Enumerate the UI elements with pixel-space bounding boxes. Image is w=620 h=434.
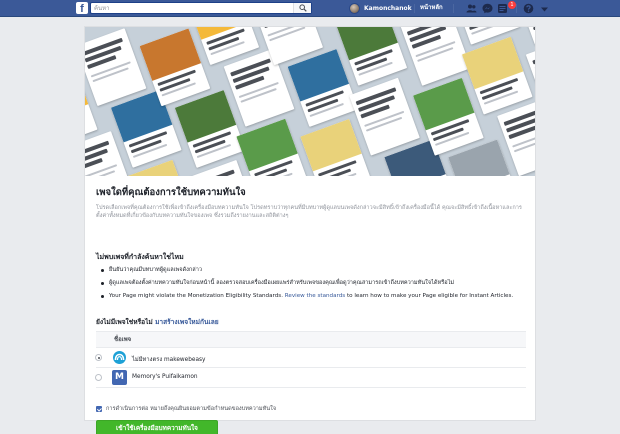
page-description: โปรดเลือกเพจที่คุณต้องการใช้เพื่อเข้าถึง…	[96, 205, 522, 219]
page-table: ชื่อเพจ ไม่มีทางตรง makewebeasy M Memory…	[95, 331, 526, 388]
table-row[interactable]: ไม่มีทางตรง makewebeasy	[95, 348, 526, 368]
top-navigation-bar: f Kamonchanok หน้าหลัก 1	[0, 0, 620, 17]
messenger-icon[interactable]	[482, 3, 493, 14]
notifications-icon[interactable]	[497, 3, 508, 14]
list-item: Your Page might violate the Monetization…	[100, 292, 520, 300]
help-list: ยืนยันว่าคุณมีบทบาทผู้ดูแลเพจดังกล่าว ผู…	[100, 266, 520, 305]
no-page-text: ยังไม่มีเพจใช่หรือไม่	[96, 318, 153, 326]
access-tools-button[interactable]: เข้าใช้เครื่องมือบทความทันใจ	[96, 420, 218, 434]
hero-collage	[85, 27, 535, 176]
page-radio-memorys-puifaikamon[interactable]	[95, 374, 102, 381]
hero-article-tile	[174, 90, 246, 168]
memorys-page-avatar: M	[112, 370, 127, 385]
search-box	[90, 2, 312, 14]
search-button[interactable]	[293, 3, 311, 13]
intro: เพจใดที่คุณต้องการใช้บทความทันใจ โปรดเลื…	[96, 185, 526, 220]
list-item: ผู้ดูแลเพจต้องตั้งค่าบทความทันใจก่อนหน้า…	[100, 279, 520, 287]
hero-image	[85, 27, 535, 176]
friend-requests-icon[interactable]	[466, 3, 477, 14]
hero-article-tile	[513, 27, 535, 45]
avatar	[349, 3, 360, 14]
hero-article-tile	[287, 48, 359, 127]
create-page-link[interactable]: มาสร้างเพจใหม่กันเลย	[155, 318, 219, 326]
account-menu-chevron-icon[interactable]	[539, 4, 550, 15]
home-link[interactable]: หน้าหลัก	[420, 3, 443, 13]
table-header: ชื่อเพจ	[96, 331, 526, 348]
list-item: ยืนยันว่าคุณมีบทบาทผู้ดูแลเพจดังกล่าว	[100, 266, 520, 274]
divider	[453, 4, 454, 13]
hero-article-tile	[461, 36, 533, 115]
page-name: ไม่มีทางตรง makewebeasy	[132, 357, 206, 363]
terms-text: การดำเนินการต่อ หมายถึงคุณยินยอมตามข้อกำ…	[106, 406, 277, 412]
review-standards-link[interactable]: Review the standards	[285, 293, 345, 299]
ineligible-text-suffix: to learn how to make your Page eligible …	[346, 293, 514, 299]
makewebeasy-logo	[113, 351, 126, 364]
notification-badge: 1	[508, 1, 516, 9]
terms-checkbox[interactable]	[96, 406, 102, 412]
hero-article-tile	[349, 77, 420, 156]
hero-article-tile	[85, 28, 147, 107]
missing-page-heading: ไม่พบเพจที่กำลังค้นหาใช่ไหม	[96, 253, 184, 261]
no-page-prompt: ยังไม่มีเพจใช่หรือไม่ มาสร้างเพจใหม่กันเ…	[96, 316, 219, 327]
table-row[interactable]: M Memory's Puifaikamon	[95, 368, 526, 388]
page-title: เพจใดที่คุณต้องการใช้บทความทันใจ	[96, 187, 246, 198]
help-icon[interactable]	[523, 3, 534, 14]
ineligible-text: Your Page might violate the Monetization…	[109, 293, 283, 299]
hero-article-tile	[236, 118, 308, 176]
search-icon	[299, 4, 307, 12]
page-radio-makewebeasy[interactable]	[95, 354, 102, 361]
page-name: Memory's Puifaikamon	[132, 374, 198, 380]
profile-link[interactable]: Kamonchanok	[349, 2, 412, 15]
divider	[516, 4, 517, 13]
divider	[414, 4, 415, 13]
terms-agreement[interactable]: การดำเนินการต่อ หมายถึงคุณยินยอมตามข้อกำ…	[96, 405, 276, 413]
instant-articles-page-selector: เพจใดที่คุณต้องการใช้บทความทันใจ โปรดเลื…	[84, 26, 536, 434]
profile-name: Kamonchanok	[364, 5, 412, 12]
search-input[interactable]	[94, 3, 289, 13]
facebook-logo[interactable]: f	[76, 2, 88, 14]
